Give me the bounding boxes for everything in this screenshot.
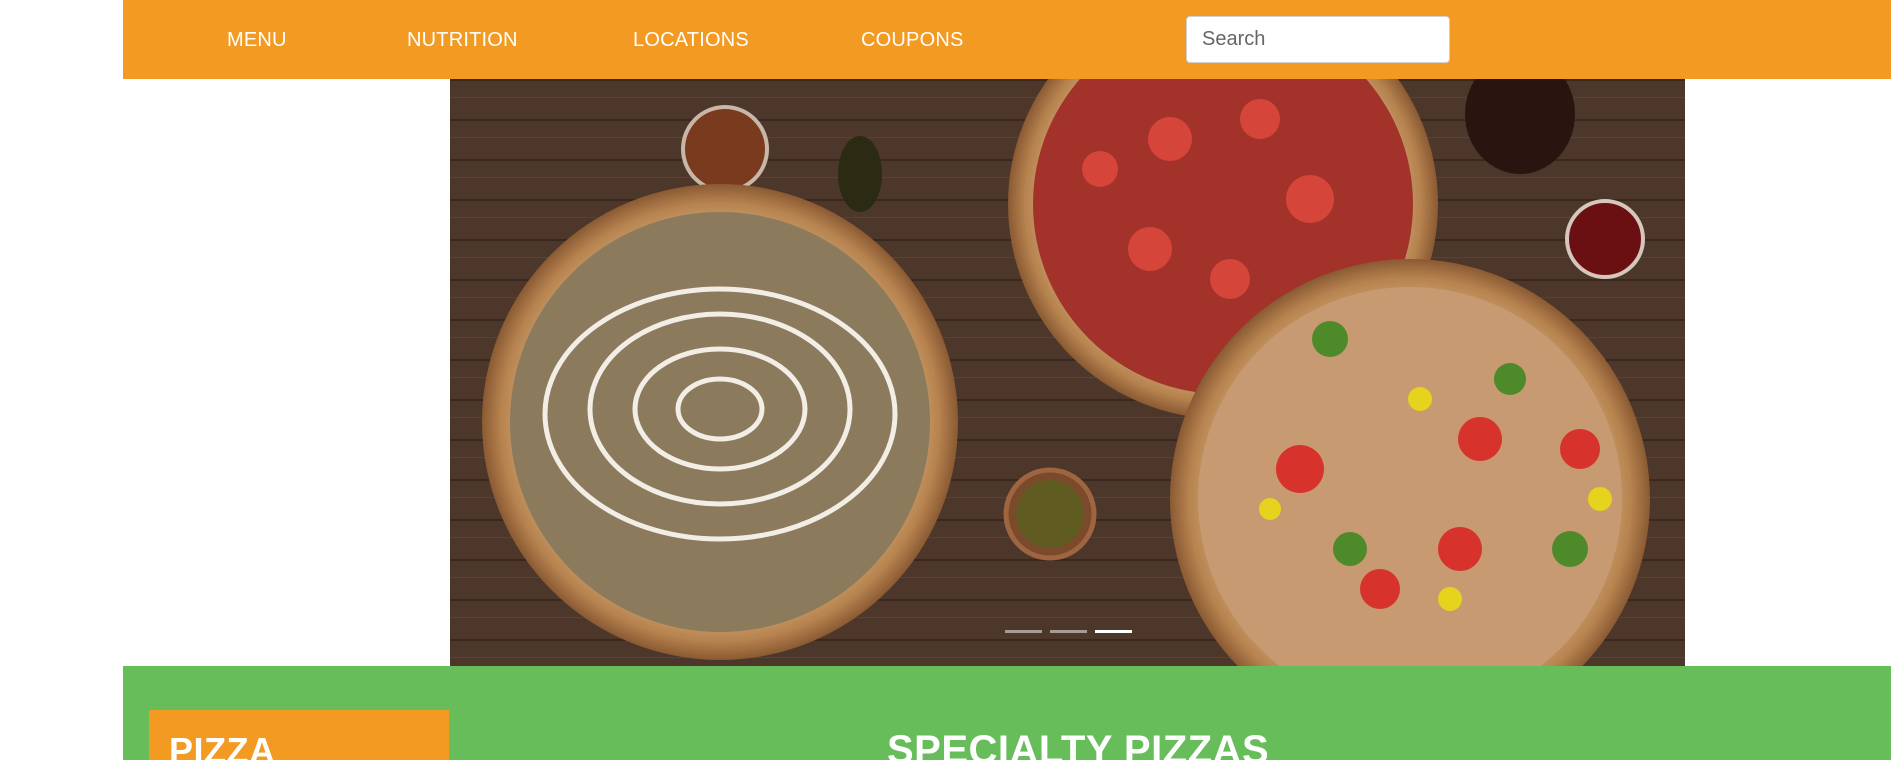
search-input[interactable] xyxy=(1186,16,1450,63)
nav-coupons-link[interactable]: COUPONS xyxy=(861,0,964,79)
nav-nutrition-link[interactable]: NUTRITION xyxy=(407,0,518,79)
specialty-section: PIZZA SPECIALTY PIZZAS xyxy=(123,666,1891,760)
carousel-indicator-1[interactable] xyxy=(1005,630,1042,633)
top-navbar: MENU NUTRITION LOCATIONS COUPONS xyxy=(123,0,1891,79)
nav-locations-link[interactable]: LOCATIONS xyxy=(633,0,749,79)
pizza-hero-image xyxy=(450,79,1685,666)
pizza-category-title: PIZZA xyxy=(169,730,276,760)
specialty-pizzas-heading: SPECIALTY PIZZAS xyxy=(887,728,1270,760)
pizza-category-box[interactable]: PIZZA xyxy=(149,710,449,760)
hero-carousel[interactable] xyxy=(450,79,1685,666)
carousel-indicator-3[interactable] xyxy=(1095,630,1132,633)
carousel-indicator-2[interactable] xyxy=(1050,630,1087,633)
nav-menu-link[interactable]: MENU xyxy=(227,0,287,79)
